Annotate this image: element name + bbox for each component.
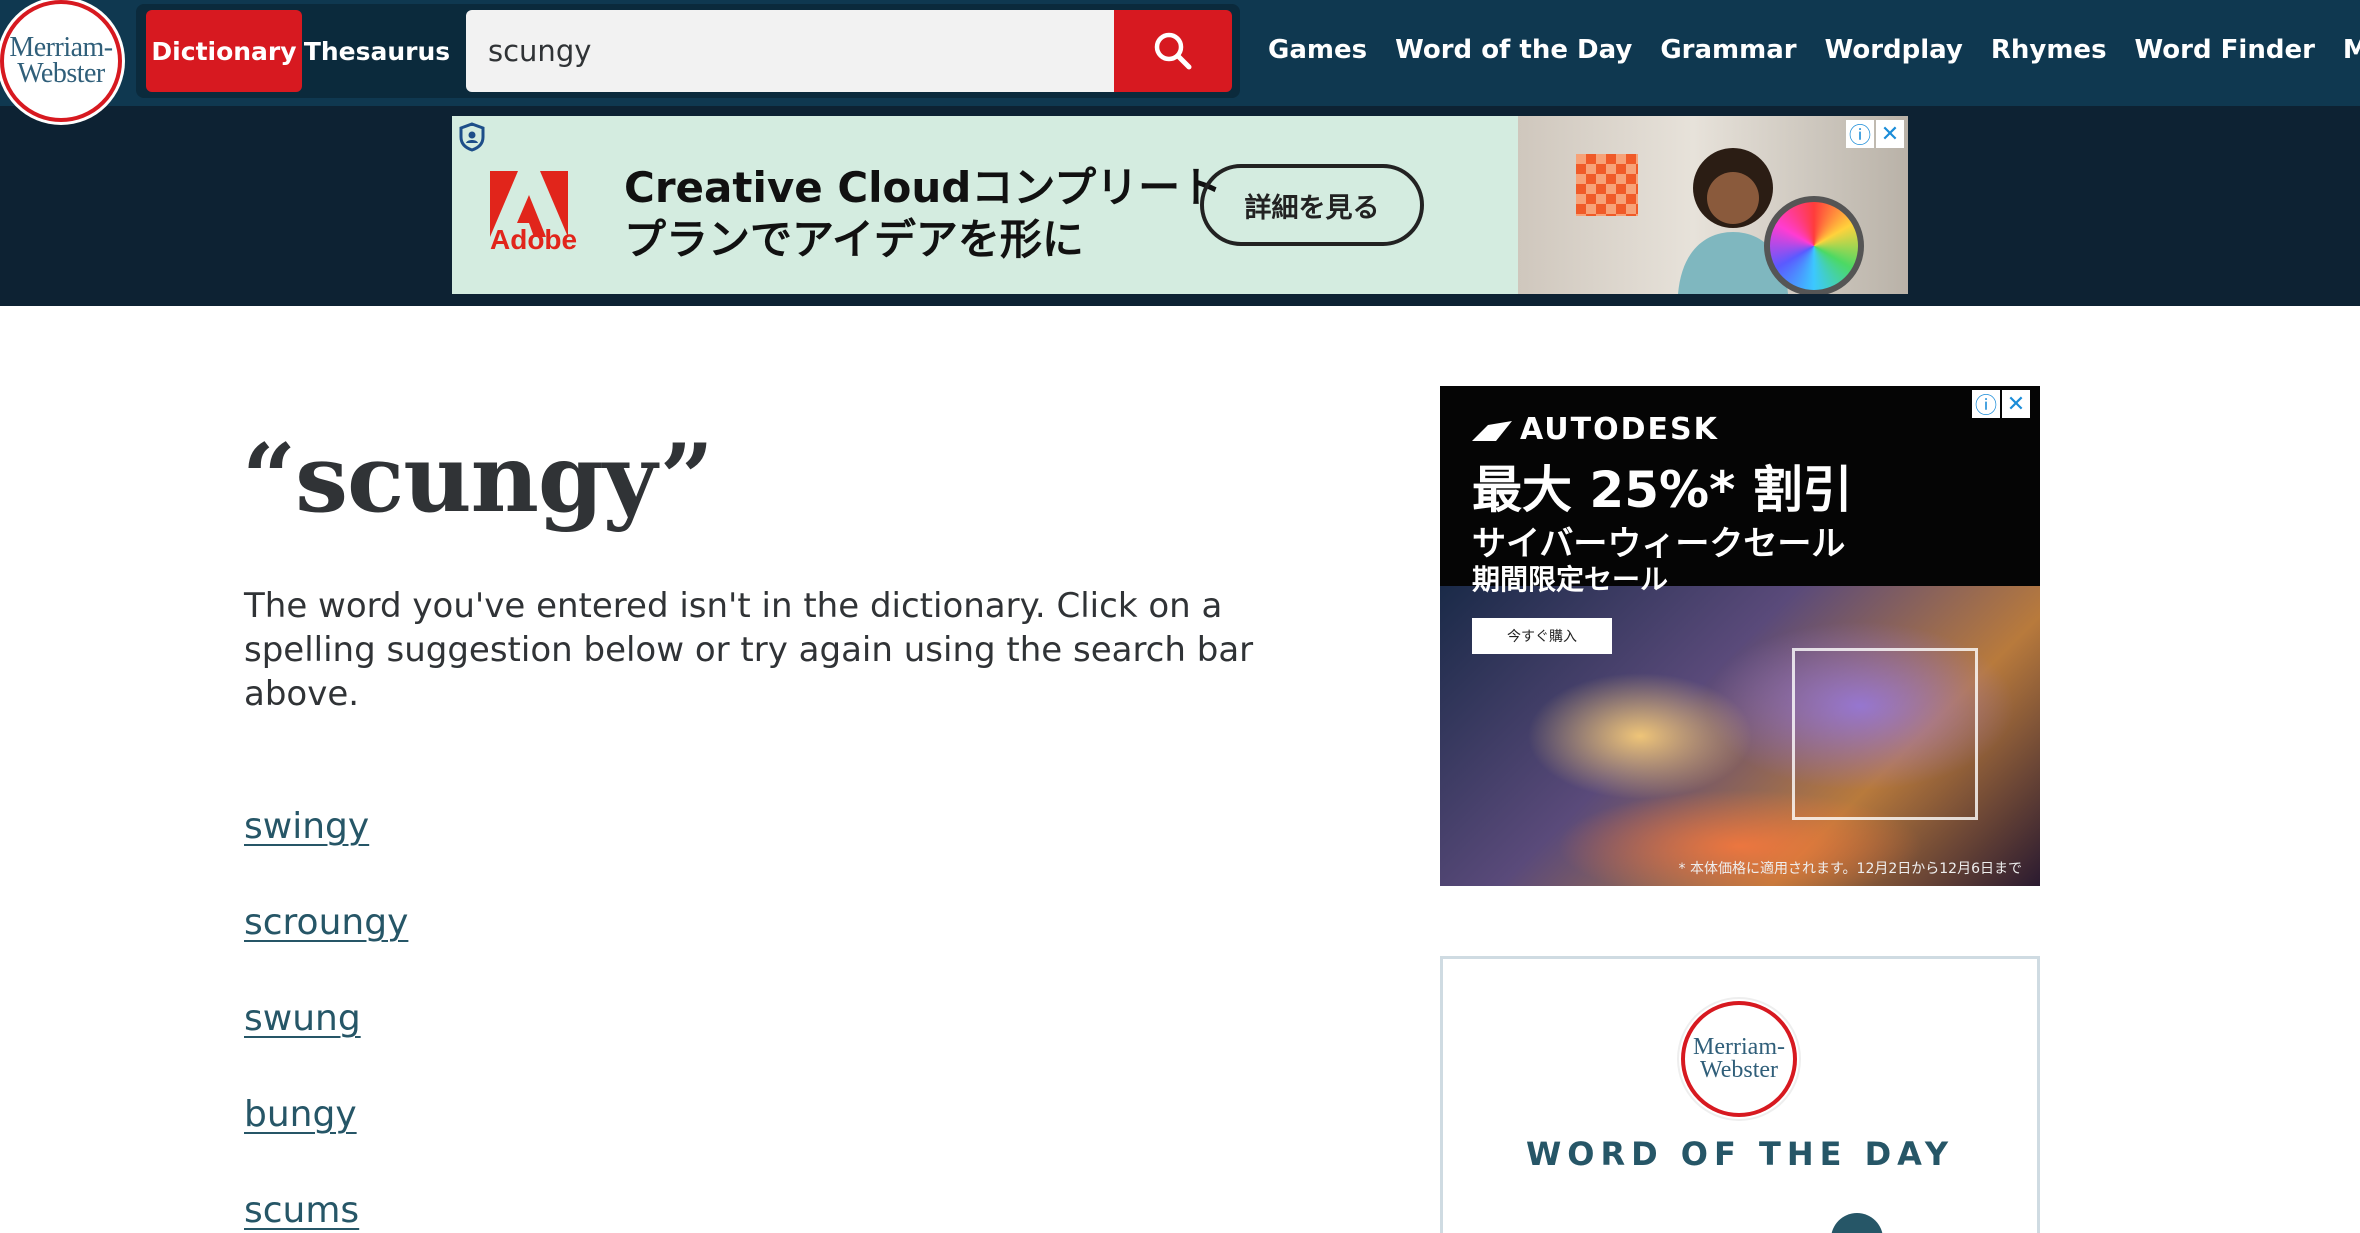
- list-item: scroungy: [244, 902, 408, 998]
- word-of-the-day-card[interactable]: Merriam- Webster WORD OF THE DAY: [1440, 956, 2040, 1233]
- search-input[interactable]: [466, 10, 1114, 92]
- nav-more-label: More: [2342, 35, 2360, 65]
- logo-text-line2: Webster: [17, 58, 105, 89]
- list-item: swung: [244, 998, 408, 1094]
- adobe-banner-ad[interactable]: Adobe Creative Cloudコンプリート プランでアイデアを形に 詳…: [452, 116, 1908, 294]
- autodesk-logo-icon: [1472, 420, 1512, 441]
- ad-frame-outline: [1792, 648, 1978, 820]
- ad-info-icon[interactable]: ⓘ: [1972, 390, 2000, 419]
- spelling-suggestions: swingy scroungy swung bungy scums: [244, 806, 408, 1233]
- autodesk-sidebar-ad[interactable]: AUTODESK 最大 25%* 割引 サイバーウィークセール 期間限定セール …: [1440, 386, 2040, 886]
- nav-more[interactable]: More: [2343, 35, 2360, 65]
- main-nav: Games Word of the Day Grammar Wordplay R…: [1240, 0, 2360, 100]
- wotd-heading: WORD OF THE DAY: [1525, 1135, 1955, 1173]
- merriam-webster-logo[interactable]: Merriam- Webster: [0, 0, 122, 122]
- ad-privacy-icon[interactable]: [458, 122, 486, 152]
- ad-tagline: 期間限定セール: [1472, 563, 1669, 596]
- nav-word-finder[interactable]: Word Finder: [2135, 35, 2315, 65]
- not-found-message: The word you've entered isn't in the dic…: [244, 586, 1254, 714]
- nav-games[interactable]: Games: [1268, 35, 1367, 65]
- suggestion-link[interactable]: scroungy: [244, 902, 408, 943]
- wotd-logo: Merriam- Webster: [1681, 1001, 1797, 1117]
- ad-brand: AUTODESK: [1472, 412, 1719, 447]
- list-item: bungy: [244, 1094, 408, 1190]
- nav-word-of-the-day[interactable]: Word of the Day: [1395, 35, 1632, 65]
- search-button[interactable]: [1114, 10, 1232, 92]
- ad-brand-name: AUTODESK: [1520, 412, 1719, 447]
- nav-rhymes[interactable]: Rhymes: [1991, 35, 2107, 65]
- ad-headline-line2: プランでアイデアを形に: [624, 215, 1084, 264]
- tab-dictionary[interactable]: Dictionary: [146, 10, 302, 92]
- tab-thesaurus[interactable]: Thesaurus: [304, 10, 450, 92]
- ad-color-wheel: [1764, 196, 1864, 294]
- audio-play-icon[interactable]: [1831, 1213, 1883, 1233]
- list-item: swingy: [244, 806, 408, 902]
- nav-grammar[interactable]: Grammar: [1660, 35, 1796, 65]
- ad-close-icon[interactable]: ✕: [2002, 390, 2030, 418]
- ad-cta-button[interactable]: 詳細を見る: [1200, 164, 1424, 246]
- ad-photo-swatch: [1576, 154, 1638, 216]
- ad-info-icon[interactable]: ⓘ: [1846, 120, 1874, 149]
- suggestion-link[interactable]: swingy: [244, 806, 369, 847]
- suggestion-link[interactable]: swung: [244, 998, 361, 1039]
- ad-brand-name: Adobe: [490, 224, 578, 255]
- nav-wordplay[interactable]: Wordplay: [1825, 35, 1963, 65]
- wotd-logo-line1: Merriam-: [1693, 1034, 1785, 1060]
- ad-headline: 最大 25%* 割引: [1472, 461, 1853, 519]
- wotd-logo-line2: Webster: [1699, 1057, 1779, 1083]
- ad-fine-print: * 本体価格に適用されます。12月2日から12月6日まで: [1678, 861, 2023, 877]
- suggestion-link[interactable]: scums: [244, 1190, 359, 1231]
- page-title: “scungy”: [242, 424, 714, 534]
- suggestion-link[interactable]: bungy: [244, 1094, 357, 1135]
- search-icon: [1154, 32, 1192, 70]
- ad-close-icon[interactable]: ✕: [1876, 120, 1904, 148]
- ad-buy-button[interactable]: 今すぐ購入: [1472, 618, 1612, 654]
- list-item: scums: [244, 1190, 408, 1233]
